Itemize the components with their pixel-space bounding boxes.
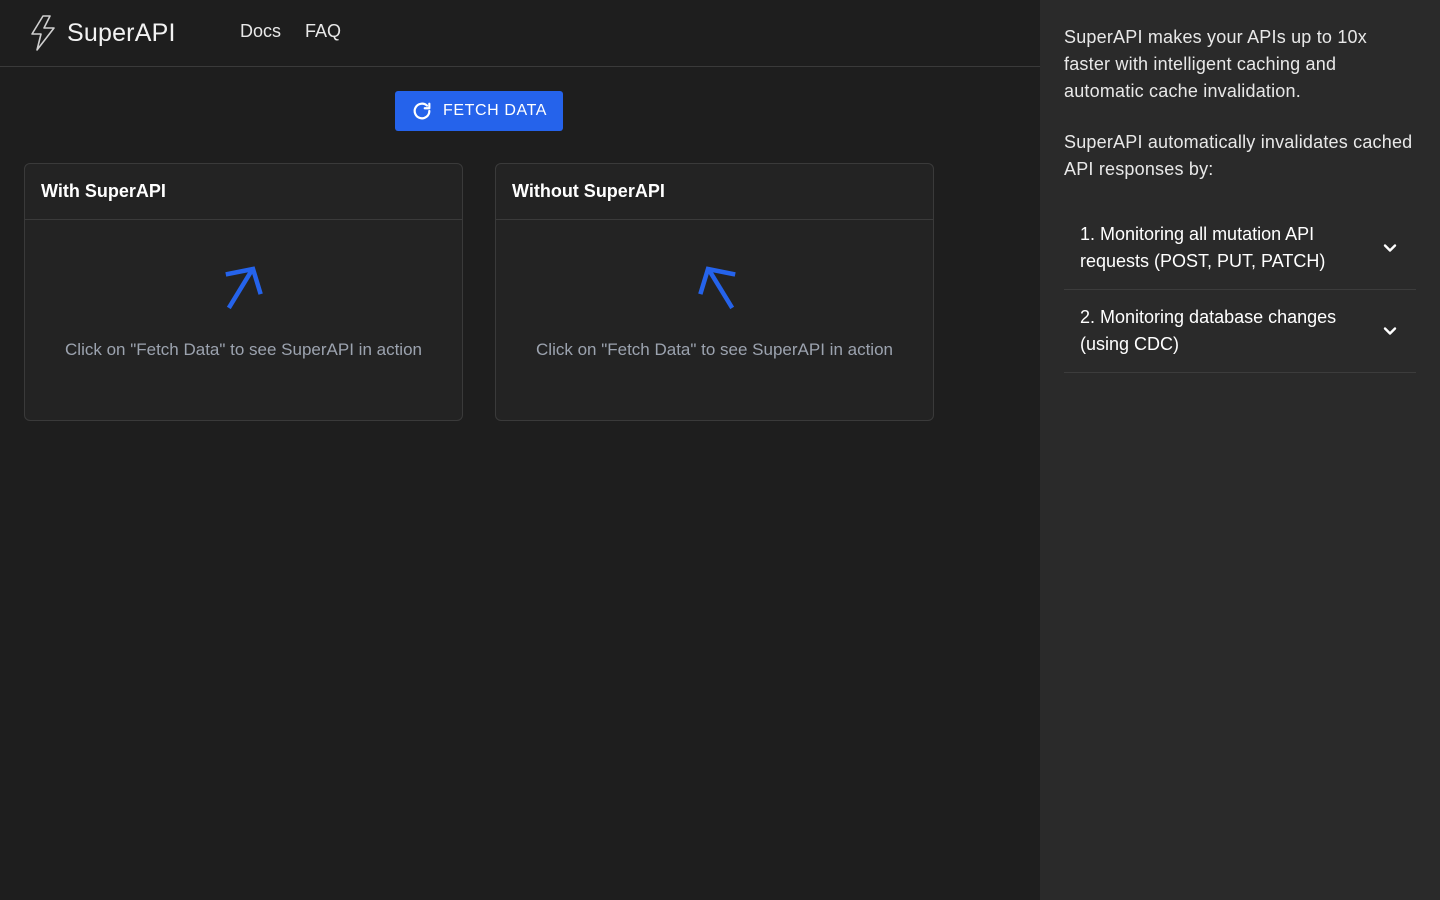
- panel-placeholder-message: Click on "Fetch Data" to see SuperAPI in…: [536, 340, 893, 359]
- app: SuperAPI Docs FAQ FETCH DATA With SuperA…: [0, 0, 1440, 900]
- panel-body: Click on "Fetch Data" to see SuperAPI in…: [496, 220, 933, 420]
- fetch-data-button[interactable]: FETCH DATA: [395, 91, 563, 131]
- nav-link-faq[interactable]: FAQ: [305, 21, 341, 42]
- arrow-up-left-icon: [698, 266, 736, 310]
- accordion-item-mutation-requests[interactable]: 1. Monitoring all mutation API requests …: [1064, 207, 1416, 290]
- info-sidebar: SuperAPI makes your APIs up to 10x faste…: [1040, 0, 1440, 900]
- chevron-down-icon: [1383, 327, 1397, 335]
- panel-title: With SuperAPI: [25, 164, 462, 220]
- main-nav: Docs FAQ: [240, 21, 341, 42]
- panel-without-superapi: Without SuperAPI Click on "Fetch Data" t…: [495, 163, 934, 421]
- brand-logo-link[interactable]: SuperAPI: [28, 14, 176, 52]
- lightning-bolt-icon: [31, 15, 55, 51]
- accordion-item-label: 1. Monitoring all mutation API requests …: [1080, 224, 1326, 271]
- invalidation-accordion: 1. Monitoring all mutation API requests …: [1064, 207, 1416, 373]
- accordion-item-database-changes[interactable]: 2. Monitoring database changes (using CD…: [1064, 290, 1416, 373]
- brand-name: SuperAPI: [67, 18, 176, 47]
- sidebar-intro-text: SuperAPI makes your APIs up to 10x faste…: [1064, 27, 1367, 101]
- accordion-item-label: 2. Monitoring database changes (using CD…: [1080, 307, 1337, 354]
- sidebar-sub-text: SuperAPI automatically invalidates cache…: [1064, 132, 1413, 179]
- arrow-up-right-icon: [225, 266, 263, 310]
- top-header: SuperAPI Docs FAQ: [0, 0, 1040, 67]
- chevron-down-icon: [1383, 244, 1397, 252]
- panel-placeholder-message: Click on "Fetch Data" to see SuperAPI in…: [65, 340, 422, 359]
- fetch-data-label: FETCH DATA: [442, 102, 548, 119]
- panel-with-superapi: With SuperAPI Click on "Fetch Data" to s…: [24, 163, 463, 421]
- refresh-icon: [413, 102, 431, 120]
- panel-body: Click on "Fetch Data" to see SuperAPI in…: [25, 220, 462, 420]
- panel-title: Without SuperAPI: [496, 164, 933, 220]
- nav-link-docs[interactable]: Docs: [240, 21, 281, 42]
